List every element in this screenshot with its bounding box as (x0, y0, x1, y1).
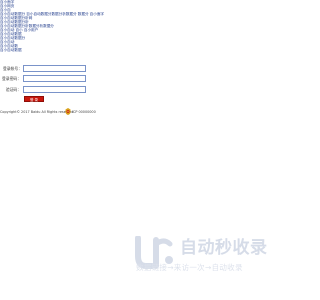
nav-link-list: 百小面字 百小网页 百小自 百小自动数据分 百小自动数据分数据分析数据分 数据分… (0, 0, 300, 52)
footer: Copyright© 2017 Baidu All Rights reserve… (0, 108, 300, 116)
page: 百小面字 百小网页 百小自 百小自动数据分 百小自动数据分数据分析数据分 数据分… (0, 0, 300, 300)
captcha-label: 验证码： (5, 87, 21, 92)
captcha-row: 验证码： (0, 86, 300, 93)
icp-number[interactable]: ICP 00000000 (72, 110, 96, 114)
watermark-slogan: 数据链接→来访一次→自动收录 (136, 263, 243, 272)
username-row: 登录帐号： (0, 65, 300, 72)
watermark: 自动秒收录 数据链接→来访一次→自动收录 (130, 236, 282, 278)
login-button[interactable]: 登 录 (24, 96, 44, 102)
username-input[interactable] (23, 65, 86, 72)
password-row: 登录密码： (0, 75, 300, 82)
copyright-text: Copyright© 2017 Baidu All Rights reserve… (0, 110, 74, 114)
captcha-input[interactable] (23, 86, 86, 93)
watermark-title: 自动秒收录 (180, 238, 268, 258)
police-badge-icon[interactable] (65, 108, 71, 115)
password-label: 登录密码： (2, 76, 21, 81)
nav-link-13[interactable]: 百小自动数据 (0, 48, 300, 52)
password-input[interactable] (23, 75, 86, 82)
username-label: 登录帐号： (3, 66, 22, 71)
